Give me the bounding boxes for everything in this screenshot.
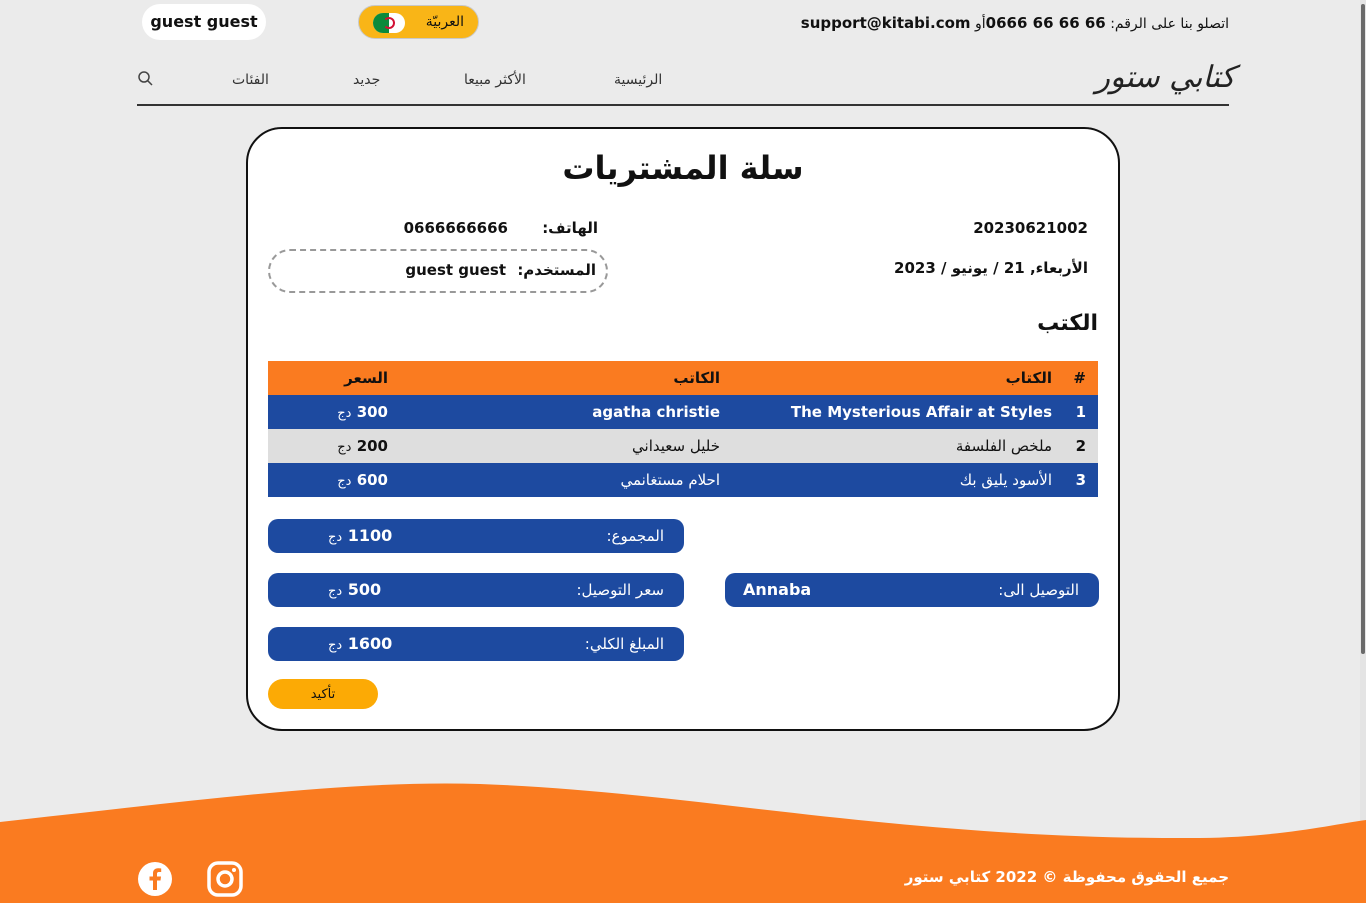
nav-home[interactable]: الرئيسية: [614, 72, 662, 88]
cart-title: سلة المشتريات: [562, 149, 804, 187]
table-header-row: # الكتاب الكاتب السعر: [268, 361, 1098, 395]
delivery-value: Annaba: [743, 580, 812, 599]
search-icon[interactable]: [137, 70, 153, 86]
row-price: 600 دج: [337, 471, 388, 489]
order-number: 20230621002: [973, 219, 1088, 237]
order-date: الأربعاء, 21 / يونيو / 2023: [894, 259, 1088, 277]
delivery-label: التوصيل الى:: [998, 581, 1079, 599]
table-row: 1 The Mysterious Affair at Styles agatha…: [268, 395, 1098, 429]
row-book: ملخص الفلسفة: [955, 437, 1052, 455]
row-num: 1: [1075, 403, 1086, 421]
books-table: # الكتاب الكاتب السعر 1 The Mysterious A…: [268, 361, 1098, 497]
row-price: 200 دج: [337, 437, 388, 455]
contact-or: أو: [975, 16, 986, 32]
nav-new[interactable]: جديد: [353, 72, 380, 88]
total-label: المبلغ الكلي:: [584, 635, 664, 653]
subtotal-bar: المجموع: 1100 دج: [268, 519, 684, 553]
phone-label: الهاتف:: [542, 219, 598, 237]
row-num: 3: [1075, 471, 1086, 489]
header-num: #: [1073, 369, 1086, 387]
top-bar: guest guest العربيّة اتصلو بنا على الرقم…: [0, 0, 1366, 50]
algeria-flag-icon: [373, 13, 405, 33]
page-scrollbar[interactable]: [1360, 0, 1366, 903]
row-author: خليل سعيداني: [632, 437, 720, 455]
brand-logo[interactable]: كتابي ستور: [1095, 60, 1235, 95]
confirm-button[interactable]: تأكيد: [268, 679, 378, 709]
row-price: 300 دج: [337, 403, 388, 421]
user-label: المستخدم:: [517, 261, 596, 279]
table-row: 3 الأسود يليق بك احلام مستغانمي 600 دج: [268, 463, 1098, 497]
subtotal-value: 1100 دج: [328, 526, 393, 545]
header-book: الكتاب: [1005, 369, 1052, 387]
language-switcher[interactable]: العربيّة: [358, 5, 479, 39]
language-label: العربيّة: [425, 14, 464, 30]
user-value: guest guest: [405, 261, 506, 279]
shipping-value: 500 دج: [328, 580, 382, 599]
header-price: السعر: [344, 369, 388, 387]
contact-info: اتصلو بنا على الرقم: 66 66 66 0666أو sup…: [801, 14, 1229, 32]
nav-categories[interactable]: الفئات: [232, 72, 269, 88]
row-author: احلام مستغانمي: [620, 471, 720, 489]
cart-card: سلة المشتريات 20230621002 الأربعاء, 21 /…: [246, 127, 1120, 731]
user-menu-button[interactable]: guest guest: [142, 4, 266, 40]
delivery-destination[interactable]: التوصيل الى: Annaba: [725, 573, 1099, 607]
footer-copyright: جميع الحقوق محفوظة © 2022 كتابي ستور: [904, 868, 1229, 886]
total-bar: المبلغ الكلي: 1600 دج: [268, 627, 684, 661]
row-book: The Mysterious Affair at Styles: [790, 403, 1052, 421]
instagram-icon[interactable]: [207, 861, 243, 897]
header-author: الكاتب: [673, 369, 720, 387]
main-nav: كتابي ستور الرئيسية الأكثر مبيعا جديد ال…: [137, 56, 1235, 106]
row-author: agatha christie: [592, 403, 720, 421]
books-section-title: الكتب: [1037, 311, 1098, 336]
nav-best-sellers[interactable]: الأكثر مبيعا: [464, 72, 526, 88]
table-row: 2 ملخص الفلسفة خليل سعيداني 200 دج: [268, 429, 1098, 463]
contact-email[interactable]: support@kitabi.com: [801, 14, 971, 32]
phone-value: 0666666666: [403, 219, 508, 237]
contact-phone: 66 66 66 0666: [985, 14, 1106, 32]
shipping-label: سعر التوصيل:: [576, 581, 664, 599]
subtotal-label: المجموع:: [606, 527, 664, 545]
contact-prefix: اتصلو بنا على الرقم:: [1110, 16, 1229, 32]
facebook-icon[interactable]: [137, 861, 173, 897]
scrollbar-thumb[interactable]: [1361, 4, 1365, 654]
total-value: 1600 دج: [328, 634, 393, 653]
shipping-bar: سعر التوصيل: 500 دج: [268, 573, 684, 607]
row-num: 2: [1075, 437, 1086, 455]
row-book: الأسود يليق بك: [959, 471, 1052, 489]
